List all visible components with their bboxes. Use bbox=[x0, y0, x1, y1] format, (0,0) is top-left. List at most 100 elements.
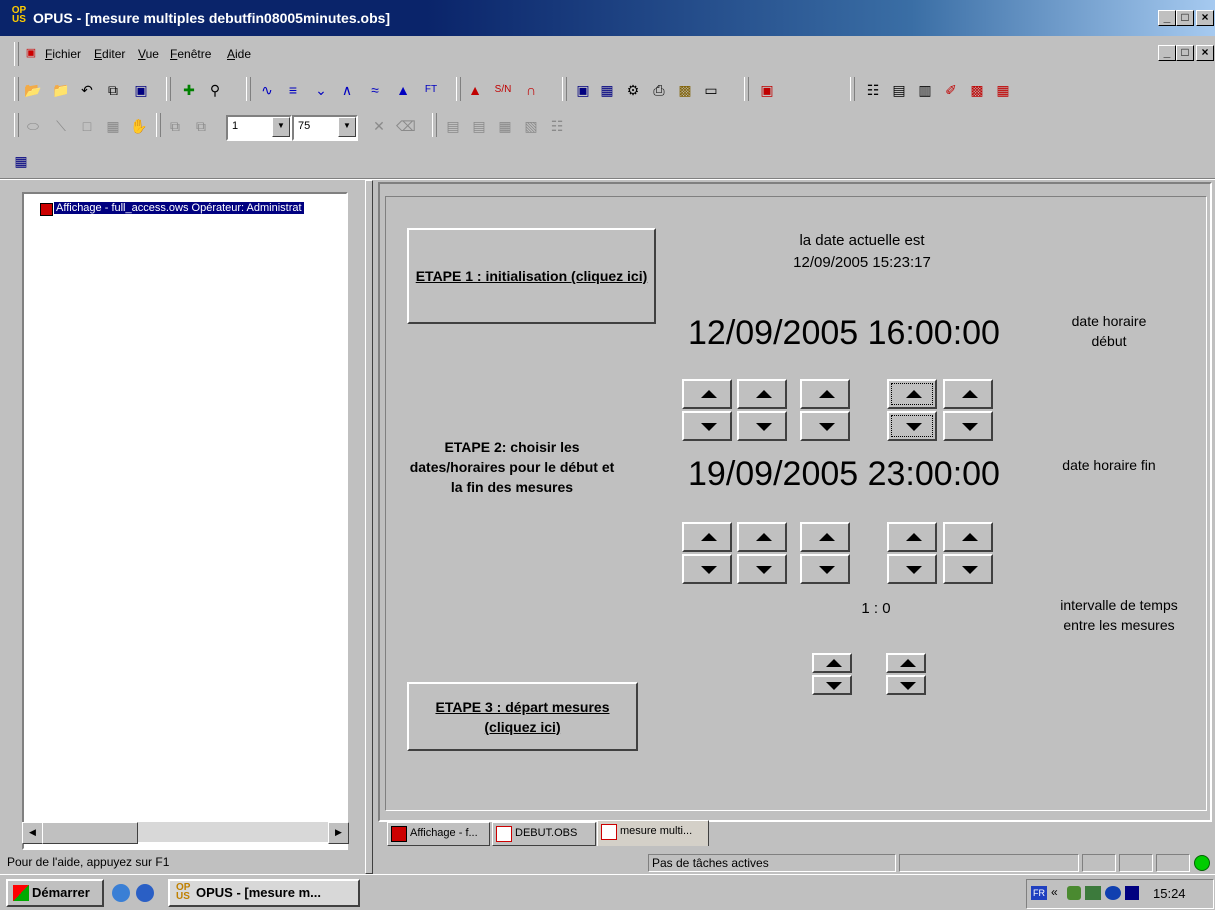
start-hour-up-button[interactable] bbox=[887, 379, 937, 409]
interval-minute-down-button[interactable] bbox=[886, 675, 926, 695]
print-icon[interactable]: ⎙ bbox=[650, 81, 668, 99]
open-folder-icon[interactable]: 📂 bbox=[24, 81, 42, 99]
undo-icon[interactable]: ↶ bbox=[78, 81, 96, 99]
tray-app-icon-3[interactable] bbox=[1125, 886, 1139, 900]
book-icon[interactable]: ▩ bbox=[676, 81, 694, 99]
end-day-down-button[interactable] bbox=[682, 554, 732, 584]
start-minute-down-button[interactable] bbox=[943, 411, 993, 441]
inspect-icon[interactable]: ⚲ bbox=[206, 81, 224, 99]
calculator-icon[interactable]: ▦ bbox=[104, 117, 122, 135]
tray-app-icon-1[interactable] bbox=[1067, 886, 1081, 900]
line-icon[interactable]: ⟍ bbox=[52, 117, 70, 135]
spectrum-icon[interactable]: ∿ bbox=[258, 81, 276, 99]
start-month-down-button[interactable] bbox=[737, 411, 787, 441]
tree-icon[interactable]: ☷ bbox=[864, 81, 882, 99]
derivative-icon[interactable]: ▲ bbox=[394, 81, 412, 99]
browser-quicklaunch-icon[interactable] bbox=[136, 884, 154, 902]
maximize-button[interactable]: □ bbox=[1176, 10, 1194, 26]
layout-icon[interactable]: ▦ bbox=[12, 152, 30, 170]
end-day-spinner[interactable] bbox=[682, 522, 732, 584]
ie-quicklaunch-icon[interactable] bbox=[112, 884, 130, 902]
script-icon[interactable]: ▥ bbox=[916, 81, 934, 99]
step1-init-button[interactable]: ETAPE 1 : initialisation (cliquez ici) bbox=[407, 228, 656, 324]
start-day-up-button[interactable] bbox=[682, 379, 732, 409]
start-minute-up-button[interactable] bbox=[943, 379, 993, 409]
start-day-spinner[interactable] bbox=[682, 379, 732, 441]
menu-fenetre[interactable]: Fenêtre bbox=[170, 47, 211, 61]
align-left-icon[interactable]: ▤ bbox=[444, 117, 462, 135]
smooth-icon[interactable]: ≈ bbox=[366, 81, 384, 99]
document-icon[interactable]: ▣ bbox=[22, 44, 40, 62]
doc-restore-button[interactable]: □ bbox=[1176, 45, 1194, 61]
send-back-icon[interactable]: ⧉ bbox=[192, 117, 210, 135]
edit-icon[interactable]: ✐ bbox=[942, 81, 960, 99]
start-hour-down-button[interactable] bbox=[887, 411, 937, 441]
scroll-right-arrow-icon[interactable]: ▶ bbox=[328, 822, 349, 844]
database-icon[interactable]: ▦ bbox=[994, 81, 1012, 99]
interval-hour-down-button[interactable] bbox=[812, 675, 852, 695]
start-year-up-button[interactable] bbox=[800, 379, 850, 409]
horizontal-scrollbar[interactable]: ◀ ▶ bbox=[22, 822, 349, 844]
move-icon[interactable]: ✚ bbox=[180, 81, 198, 99]
chevron-down-icon[interactable]: ▼ bbox=[272, 117, 290, 137]
peaks-table-icon[interactable]: ∩ bbox=[522, 81, 540, 99]
copy-icon[interactable]: ⧉ bbox=[104, 81, 122, 99]
menu-fichier[interactable]: Fichier bbox=[45, 47, 81, 61]
eraser-icon[interactable]: ⌫ bbox=[396, 117, 416, 135]
end-month-down-button[interactable] bbox=[737, 554, 787, 584]
interval-hour-up-button[interactable] bbox=[812, 653, 852, 673]
tray-app-icon-2[interactable] bbox=[1105, 886, 1121, 900]
close-button[interactable]: × bbox=[1196, 10, 1214, 26]
end-hour-down-button[interactable] bbox=[887, 554, 937, 584]
group-icon[interactable]: ▦ bbox=[496, 117, 514, 135]
ellipse-icon[interactable]: ⬭ bbox=[24, 117, 42, 135]
chevron-down-icon[interactable]: ▼ bbox=[338, 117, 356, 137]
tab-debut-obs[interactable]: DEBUT.OBS bbox=[492, 822, 596, 846]
interval-hour-spinner[interactable] bbox=[812, 653, 852, 695]
end-year-up-button[interactable] bbox=[800, 522, 850, 552]
end-minute-down-button[interactable] bbox=[943, 554, 993, 584]
doc-minimize-button[interactable]: _ bbox=[1158, 45, 1176, 61]
start-year-spinner[interactable] bbox=[800, 379, 850, 441]
tab-affichage[interactable]: Affichage - f... bbox=[387, 822, 490, 846]
report-icon[interactable]: ▦ bbox=[598, 81, 616, 99]
tray-expand-icon[interactable]: « bbox=[1051, 885, 1058, 899]
end-hour-spinner[interactable] bbox=[887, 522, 937, 584]
scroll-left-arrow-icon[interactable]: ◀ bbox=[22, 822, 43, 844]
zoom-select[interactable]: 75 ▼ bbox=[292, 115, 358, 141]
display-window-icon[interactable]: ▣ bbox=[574, 81, 592, 99]
bring-front-icon[interactable]: ⧉ bbox=[166, 117, 184, 135]
start-hour-spinner[interactable] bbox=[887, 379, 937, 441]
end-minute-up-button[interactable] bbox=[943, 522, 993, 552]
start-year-down-button[interactable] bbox=[800, 411, 850, 441]
binary-icon[interactable]: ▩ bbox=[968, 81, 986, 99]
network-icon[interactable] bbox=[1085, 886, 1101, 900]
export-icon[interactable]: ▭ bbox=[702, 81, 720, 99]
menu-vue[interactable]: Vue bbox=[138, 47, 159, 61]
pane-splitter[interactable] bbox=[365, 180, 373, 874]
baseline-icon[interactable]: ≡ bbox=[284, 81, 302, 99]
start-month-up-button[interactable] bbox=[737, 379, 787, 409]
properties-icon[interactable]: ☷ bbox=[548, 117, 566, 135]
browser-tree[interactable]: Affichage - full_access.ows Opérateur: A… bbox=[22, 192, 348, 850]
opus-app-icon[interactable]: OP US bbox=[10, 6, 28, 26]
interval-minute-up-button[interactable] bbox=[886, 653, 926, 673]
tree-item-display[interactable]: Affichage - full_access.ows Opérateur: A… bbox=[54, 202, 304, 214]
sn-icon[interactable]: S/N bbox=[494, 81, 512, 99]
end-month-up-button[interactable] bbox=[737, 522, 787, 552]
delete-icon[interactable]: ✕ bbox=[370, 117, 388, 135]
end-hour-up-button[interactable] bbox=[887, 522, 937, 552]
clock[interactable]: 15:24 bbox=[1153, 886, 1186, 901]
minimize-button[interactable]: _ bbox=[1158, 10, 1176, 26]
start-button[interactable]: Démarrer bbox=[6, 879, 104, 907]
save-icon[interactable]: ▣ bbox=[132, 81, 150, 99]
language-indicator[interactable]: FR bbox=[1031, 886, 1047, 900]
plot-icon[interactable]: ⚙ bbox=[624, 81, 642, 99]
menubar-grip[interactable] bbox=[14, 42, 19, 66]
end-month-spinner[interactable] bbox=[737, 522, 787, 584]
taskbar-opus-button[interactable]: OP US OPUS - [mesure m... bbox=[168, 879, 360, 907]
end-year-down-button[interactable] bbox=[800, 554, 850, 584]
measure-icon[interactable]: ▣ bbox=[758, 81, 776, 99]
start-day-down-button[interactable] bbox=[682, 411, 732, 441]
start-minute-spinner[interactable] bbox=[943, 379, 993, 441]
